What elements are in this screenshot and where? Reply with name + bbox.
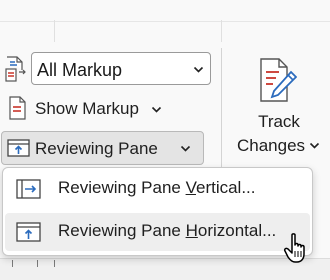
reviewing-pane-dropdown-menu: Reviewing Pane Vertical... Reviewing Pan… [2, 167, 313, 256]
ruler-tick [12, 260, 13, 267]
menu-item-label: Reviewing Pane Horizontal... [58, 221, 277, 240]
pane-vertical-icon [16, 179, 41, 199]
show-markup-label: Show Markup [35, 99, 139, 118]
track-changes-button[interactable]: Track Changes [232, 52, 324, 164]
markup-document-icon [5, 56, 26, 82]
chevron-down-icon [180, 145, 191, 152]
track-changes-label-line1: Track [258, 112, 300, 131]
menu-item-reviewing-pane-vertical[interactable]: Reviewing Pane Vertical... [5, 170, 310, 208]
reviewing-pane-button[interactable]: Reviewing Pane [1, 131, 204, 165]
pane-horizontal-icon [16, 222, 41, 242]
ruler-tick [54, 260, 55, 267]
ribbon-separator [221, 20, 222, 42]
ruler-tick [37, 260, 38, 267]
chevron-down-icon [151, 106, 162, 113]
track-changes-label-line2: Changes [237, 136, 306, 155]
show-markup-icon [9, 96, 26, 120]
reviewing-pane-label: Reviewing Pane [35, 139, 158, 158]
display-for-review-select[interactable]: All Markup [31, 52, 211, 85]
chevron-down-icon [193, 66, 204, 73]
chevron-down-icon [309, 142, 320, 149]
ribbon-separator [54, 20, 55, 42]
show-markup-button[interactable]: Show Markup [4, 94, 204, 124]
menu-item-reviewing-pane-horizontal[interactable]: Reviewing Pane Horizontal... [5, 213, 310, 251]
track-changes-pencil-icon [260, 58, 297, 102]
reviewing-pane-icon [7, 139, 30, 157]
group-divider [221, 48, 222, 178]
ribbon-top-divider [0, 21, 330, 22]
hand-cursor-icon [284, 233, 305, 263]
document-ruler [0, 258, 330, 280]
display-for-review-value: All Markup [37, 60, 123, 80]
menu-item-label: Reviewing Pane Vertical... [58, 178, 256, 197]
